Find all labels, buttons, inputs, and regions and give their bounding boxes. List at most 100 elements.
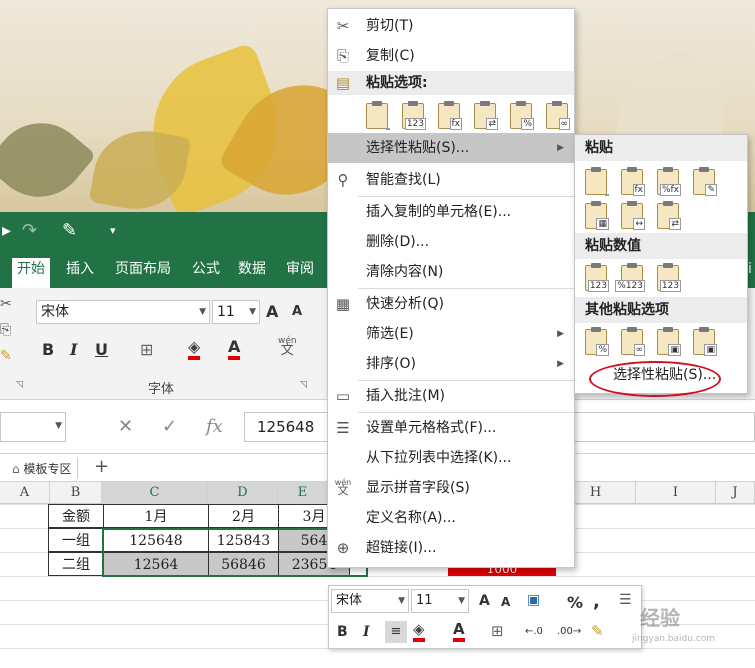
tab-home[interactable]: 开始 xyxy=(12,258,50,288)
accounting-format-icon[interactable]: ▣ xyxy=(527,592,540,608)
decrease-decimal-button[interactable]: .00→ xyxy=(557,626,581,637)
menu-item-quick-analysis[interactable]: ▦ 快速分析(Q) xyxy=(328,289,574,319)
paste-formulas-icon[interactable]: fx xyxy=(621,167,645,196)
paste-formatting-icon[interactable]: % xyxy=(585,327,609,356)
fill-color-icon[interactable]: ◈ xyxy=(188,338,201,360)
name-box[interactable]: ▼ xyxy=(0,412,66,442)
column-header[interactable]: B xyxy=(50,482,102,504)
insert-function-icon[interactable]: fx xyxy=(206,416,223,437)
menu-item-insert-copied[interactable]: 插入复制的单元格(E)... xyxy=(328,197,574,227)
menu-item-pick-list[interactable]: 从下拉列表中选择(K)... xyxy=(328,443,574,473)
column-header[interactable]: D xyxy=(208,482,278,504)
format-painter-icon[interactable]: ✂ xyxy=(0,296,12,312)
table-cell[interactable]: 一组 xyxy=(48,528,104,552)
menu-item-format-cells[interactable]: ☰ 设置单元格格式(F)... xyxy=(328,413,574,443)
table-cell[interactable]: 1月 xyxy=(103,504,209,528)
align-center-icon[interactable]: ≡ xyxy=(385,621,407,643)
mini-toolbar: 宋体 ▼ 11 ▼ A A ▣ % , ☰ B I ≡ ◈ A ⊞ ←.0 .0… xyxy=(328,585,642,649)
tab-review[interactable]: 审阅 xyxy=(282,258,318,288)
font-size-select[interactable]: 11 ▼ xyxy=(212,300,260,324)
menu-item-sort[interactable]: 排序(O) ▶ xyxy=(328,349,574,379)
comma-button[interactable]: , xyxy=(593,591,600,612)
mini-shrink-font-button[interactable]: A xyxy=(501,595,510,609)
paste-values-number-icon[interactable]: %123 xyxy=(615,263,645,292)
phonetic-button[interactable]: wén 文 xyxy=(278,336,297,357)
paste-formulas-format-icon[interactable]: %fx xyxy=(657,167,681,196)
border-button-icon[interactable]: ⊞ xyxy=(140,340,153,359)
redo-arrow-icon[interactable]: ↷ xyxy=(22,220,37,241)
paste-column-width-icon[interactable]: ↔ xyxy=(621,201,645,230)
font-size-value: 11 xyxy=(217,304,235,320)
painter-icon[interactable]: ✎ xyxy=(0,348,12,364)
column-header[interactable]: E xyxy=(278,482,328,504)
enter-icon[interactable]: ✓ xyxy=(162,416,177,437)
mini-font-color-icon[interactable]: A xyxy=(453,620,465,642)
copy-ribbon-icon[interactable]: ⎘ xyxy=(0,322,11,338)
table-cell[interactable]: 二组 xyxy=(48,552,104,576)
format-cells-mini-icon[interactable]: ☰ xyxy=(619,592,632,608)
table-cell[interactable]: 金额 xyxy=(48,504,104,528)
percent-button[interactable]: % xyxy=(567,593,583,612)
add-sheet-button[interactable]: + xyxy=(94,456,109,477)
column-header[interactable]: A xyxy=(0,482,50,504)
sheet-tab-template[interactable]: ⌂ 模板专区 xyxy=(6,458,79,479)
font-name-select[interactable]: 宋体 ▼ xyxy=(36,300,210,324)
cancel-icon[interactable]: ✕ xyxy=(118,416,133,437)
paste-transpose-icon[interactable]: ⇄ xyxy=(657,201,681,230)
italic-button[interactable]: I xyxy=(70,340,77,359)
font-color-icon[interactable]: A xyxy=(228,338,241,360)
column-header[interactable]: I xyxy=(636,482,716,504)
tab-page-layout[interactable]: 页面布局 xyxy=(111,258,175,288)
paste-linked-picture-icon[interactable]: ▣ xyxy=(693,327,717,356)
paste-icon[interactable] xyxy=(585,167,609,196)
paste-formulas-icon[interactable]: fx xyxy=(438,101,462,130)
paste-no-borders-icon[interactable]: ▦ xyxy=(585,201,609,230)
dialog-launcher-icon[interactable]: ◹ xyxy=(300,380,307,390)
menu-item-show-phonetic[interactable]: wén 文 显示拼音字段(S) xyxy=(328,473,574,503)
paste-picture-icon[interactable]: ▣ xyxy=(657,327,681,356)
menu-item-cut[interactable]: ✂ 剪切(T) xyxy=(328,11,574,41)
tab-insert[interactable]: 插入 xyxy=(62,258,98,288)
mini-grow-font-button[interactable]: A xyxy=(479,593,490,609)
shrink-font-button[interactable]: A xyxy=(292,304,302,319)
paste-transpose-icon[interactable]: ⇄ xyxy=(474,101,498,130)
menu-item-clear[interactable]: 清除内容(N) xyxy=(328,257,574,287)
mini-font-size[interactable]: 11 ▼ xyxy=(411,589,469,613)
grow-font-button[interactable]: A xyxy=(266,302,278,321)
paste-values-source-icon[interactable]: 123 xyxy=(657,263,681,292)
paste-link-icon[interactable]: ∞ xyxy=(546,101,570,130)
menu-item-delete[interactable]: 删除(D)... xyxy=(328,227,574,257)
menu-item-paste-special[interactable]: 选择性粘贴(S)... ▶ xyxy=(328,133,574,163)
bold-button[interactable]: B xyxy=(42,340,54,359)
table-cell[interactable]: 2月 xyxy=(208,504,279,528)
tab-formulas[interactable]: 公式 xyxy=(188,258,224,288)
column-header[interactable]: J xyxy=(716,482,755,504)
menu-item-smart-lookup[interactable]: ⚲ 智能查找(L) xyxy=(328,165,574,195)
paste-values-icon[interactable]: 123 xyxy=(402,101,426,130)
paste-values-icon[interactable]: 123 xyxy=(585,263,609,292)
paste-keep-source-icon[interactable]: ✎ xyxy=(693,167,717,196)
mini-font-name[interactable]: 宋体 ▼ xyxy=(331,589,409,613)
dialog-launcher-icon[interactable]: ◹ xyxy=(16,380,23,390)
paste-formatting-icon[interactable]: % xyxy=(510,101,534,130)
paste-icon[interactable] xyxy=(366,101,390,130)
underline-button[interactable]: U xyxy=(95,340,108,359)
tab-data[interactable]: 数据 xyxy=(234,258,270,288)
increase-decimal-button[interactable]: ←.0 xyxy=(525,626,543,637)
menu-item-label: 剪切(T) xyxy=(366,18,414,34)
redo-icon[interactable]: ▸ xyxy=(2,220,11,241)
mini-border-icon[interactable]: ⊞ xyxy=(491,622,504,640)
menu-item-hyperlink[interactable]: ⊕ 超链接(I)... xyxy=(328,533,574,563)
touch-mode-icon[interactable]: ✎ xyxy=(62,220,77,241)
mini-format-painter-icon[interactable]: ✎ xyxy=(591,622,604,640)
mini-italic-button[interactable]: I xyxy=(363,624,370,640)
menu-item-copy[interactable]: ⎘ 复制(C) xyxy=(328,41,574,71)
column-header[interactable]: C xyxy=(102,482,208,504)
mini-fill-color-icon[interactable]: ◈ xyxy=(413,620,425,642)
menu-item-filter[interactable]: 筛选(E) ▶ xyxy=(328,319,574,349)
mini-bold-button[interactable]: B xyxy=(337,624,348,640)
menu-item-insert-comment[interactable]: ▭ 插入批注(M) xyxy=(328,381,574,411)
menu-item-define-name[interactable]: 定义名称(A)... xyxy=(328,503,574,533)
qat-dropdown-icon[interactable]: ▾ xyxy=(110,224,116,237)
paste-link-icon[interactable]: ∞ xyxy=(621,327,645,356)
